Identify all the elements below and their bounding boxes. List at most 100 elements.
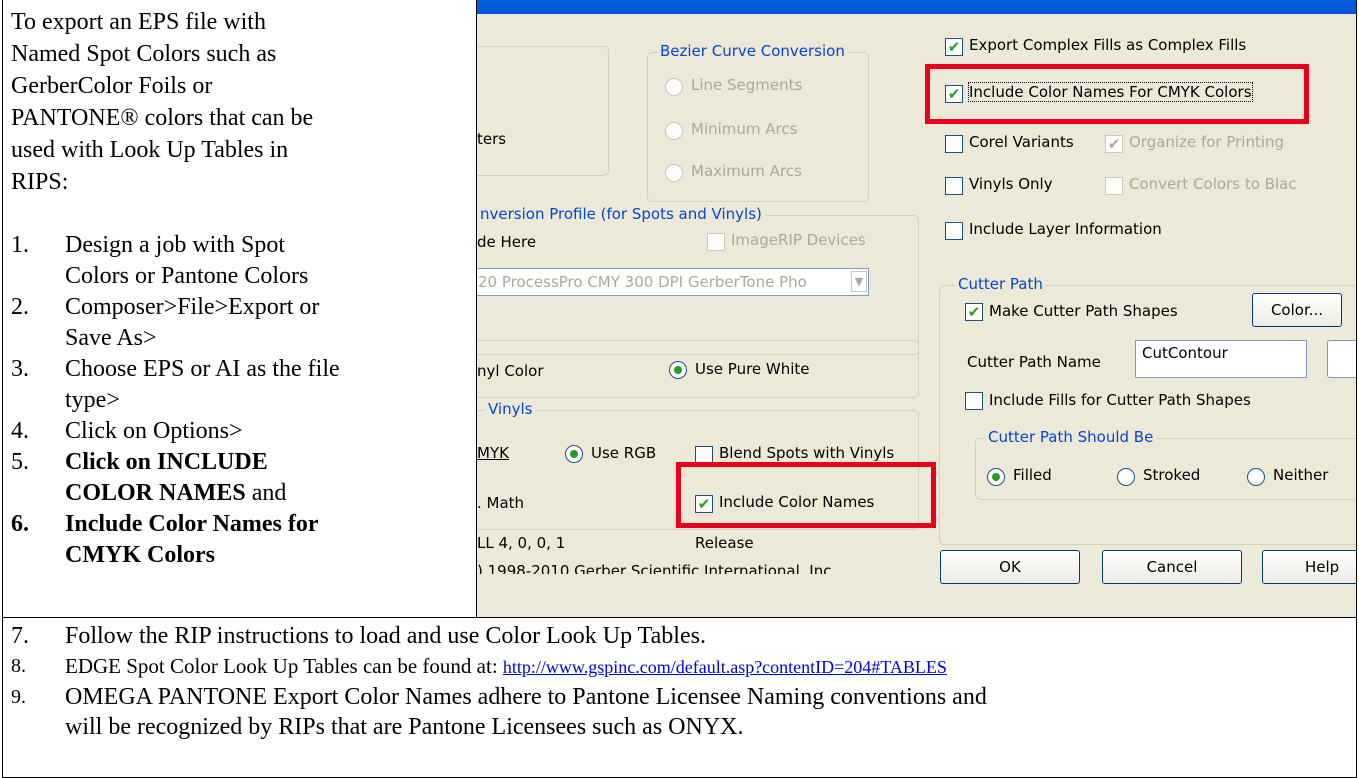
step-number: 8.	[11, 655, 26, 677]
cancel-button[interactable]: Cancel	[1102, 550, 1242, 584]
step-number: 7.	[11, 623, 29, 649]
cutter-path-legend: Cutter Path	[955, 275, 1046, 293]
bezier-legend: Bezier Curve Conversion	[657, 42, 848, 60]
minimum-arcs-radio[interactable]	[665, 122, 683, 140]
use-pure-white-radio[interactable]	[669, 361, 687, 379]
filled-radio[interactable]	[987, 468, 1005, 486]
math-label: . Math	[477, 494, 525, 512]
include-fills-label: Include Fills for Cutter Path Shapes	[989, 391, 1251, 409]
neither-radio[interactable]	[1247, 468, 1265, 486]
intro-paragraph: To export an EPS file with Named Spot Co…	[11, 6, 471, 198]
cutter-path-name-label: Cutter Path Name	[967, 353, 1101, 371]
step-text: Choose EPS or AI as the file	[65, 356, 340, 382]
step-text: Design a job with Spot	[65, 232, 285, 258]
step-text: Composer>File>Export or	[65, 294, 320, 320]
make-cutter-shapes-label: Make Cutter Path Shapes	[989, 302, 1178, 320]
list-item: 7. Follow the RIP instructions to load a…	[11, 621, 1351, 651]
step-text: will be recognized by RIPs that are Pant…	[65, 714, 744, 740]
profile-legend: nversion Profile (for Spots and Vinyls)	[477, 205, 765, 223]
version-text: LL 4, 0, 0, 1	[477, 534, 566, 552]
vinyls-legend: Vinyls	[485, 400, 536, 418]
vinyl-color-label: nyl Color	[477, 362, 544, 380]
step-number: 1.	[11, 232, 29, 258]
list-item: 3. Choose EPS or AI as the file type>	[11, 354, 471, 416]
step-number: 3.	[11, 356, 29, 382]
use-pure-white-label: Use Pure White	[695, 360, 810, 378]
imagerip-label: ImageRIP Devices	[731, 231, 866, 249]
step-number: 4.	[11, 418, 29, 444]
color-button[interactable]: Color...	[1252, 293, 1342, 327]
list-item: 6. Include Color Names for CMYK Colors	[11, 509, 471, 571]
step-text-bold: Click on INCLUDE	[65, 449, 268, 475]
minimum-arcs-label: Minimum Arcs	[691, 120, 798, 138]
additional-steps-cell: 7. Follow the RIP instructions to load a…	[2, 617, 1357, 778]
stroked-label: Stroked	[1143, 466, 1201, 484]
step-text: Save As>	[65, 325, 157, 351]
neither-label: Neither	[1273, 466, 1329, 484]
export-complex-checkbox[interactable]: ✔	[945, 38, 963, 56]
profile-select[interactable]: 20 ProcessPro CMY 300 DPI GerberTone Pho	[477, 268, 869, 296]
line-segments-label: Line Segments	[691, 76, 803, 94]
list-item: 1. Design a job with Spot Colors or Panto…	[11, 230, 471, 292]
step-text: and	[245, 480, 287, 506]
intro-line: GerberColor Foils or	[11, 73, 213, 99]
intro-line: To export an EPS file with	[11, 9, 266, 35]
maximum-arcs-label: Maximum Arcs	[691, 162, 802, 180]
step-text-bold: Include Color Names for	[65, 511, 319, 537]
chevron-down-icon[interactable]: ▼	[851, 271, 867, 292]
line-segments-radio[interactable]	[665, 78, 683, 96]
step-text: EDGE Spot Color Look Up Tables can be fo…	[65, 654, 503, 678]
intro-line: used with Look Up Tables in	[11, 137, 289, 163]
list-item: 8. EDGE Spot Color Look Up Tables can be…	[11, 651, 1351, 682]
imagerip-checkbox[interactable]	[707, 233, 725, 251]
list-item: 5. Click on INCLUDE COLOR NAMES and	[11, 447, 471, 509]
use-rgb-radio[interactable]	[565, 445, 583, 463]
step-text: Follow the RIP instructions to load and …	[65, 623, 706, 649]
convert-black-checkbox[interactable]	[1105, 177, 1123, 195]
make-cutter-shapes-checkbox[interactable]: ✔	[965, 303, 983, 321]
step-text-bold: CMYK Colors	[65, 542, 215, 568]
corel-variants-checkbox[interactable]	[945, 135, 963, 153]
intro-line: RIPS:	[11, 169, 69, 195]
cutter-path-extra-button[interactable]	[1327, 340, 1356, 378]
profile-source-label: de Here	[477, 233, 537, 251]
instructions-cell: To export an EPS file with Named Spot Co…	[2, 0, 477, 618]
organize-printing-label: Organize for Printing	[1129, 133, 1285, 151]
document-table: To export an EPS file with Named Spot Co…	[2, 0, 1357, 778]
maximum-arcs-radio[interactable]	[665, 164, 683, 182]
step-text: OMEGA PANTONE Export Color Names adhere …	[65, 684, 987, 710]
step-text: Colors or Pantone Colors	[65, 263, 309, 289]
include-fills-checkbox[interactable]	[965, 392, 983, 410]
intro-line: PANTONE® colors that can be	[11, 105, 314, 131]
step-text: type>	[65, 387, 120, 413]
filled-label: Filled	[1013, 466, 1052, 484]
include-layer-label: Include Layer Information	[969, 220, 1162, 238]
vinyls-only-checkbox[interactable]	[945, 177, 963, 195]
list-item: 4. Click on Options>	[11, 416, 471, 447]
copyright-text: ) 1998-2010 Gerber Scientific Internatio…	[477, 562, 837, 574]
stroked-radio[interactable]	[1117, 468, 1135, 486]
tables-link[interactable]: http://www.gspinc.com/default.asp?conten…	[503, 657, 947, 677]
highlight-box	[925, 64, 1309, 124]
help-button[interactable]: Help	[1262, 550, 1356, 584]
convert-black-label: Convert Colors to Blac	[1129, 175, 1297, 193]
dialog-titlebar	[477, 0, 1356, 14]
corel-variants-label: Corel Variants	[969, 133, 1074, 151]
cutter-should-be-legend: Cutter Path Should Be	[985, 428, 1157, 446]
partial-label: ters	[477, 130, 507, 148]
step-text: Click on Options>	[65, 418, 243, 444]
ok-button[interactable]: OK	[940, 550, 1080, 584]
highlight-box	[676, 462, 936, 528]
step-number: 9.	[11, 686, 26, 708]
step-number: 6.	[11, 511, 29, 537]
intro-line: Named Spot Colors such as	[11, 41, 277, 67]
blend-spots-label: Blend Spots with Vinyls	[719, 444, 895, 462]
include-layer-checkbox[interactable]	[945, 222, 963, 240]
vinyls-only-label: Vinyls Only	[969, 175, 1053, 193]
list-item: 2. Composer>File>Export or Save As>	[11, 292, 471, 354]
organize-printing-checkbox[interactable]: ✔	[1105, 135, 1123, 153]
cutter-path-name-input[interactable]: CutContour	[1135, 340, 1307, 378]
use-rgb-label: Use RGB	[591, 444, 657, 462]
cmyk-label: MYK	[477, 444, 509, 462]
step-text-bold: COLOR NAMES	[65, 480, 246, 506]
